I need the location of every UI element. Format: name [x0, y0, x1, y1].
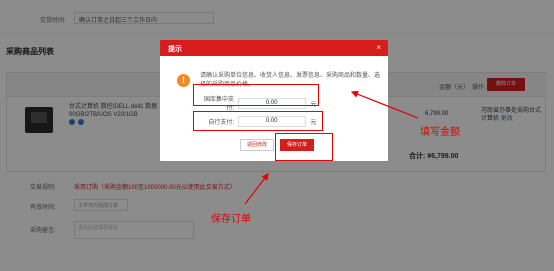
arrow-to-save	[244, 173, 269, 205]
annotation-arrows	[244, 90, 419, 205]
arrow-to-fields	[350, 90, 419, 119]
annotation-save-order: 保存订单	[211, 214, 251, 225]
annotation-fill-amount: 填写金额	[420, 127, 460, 138]
